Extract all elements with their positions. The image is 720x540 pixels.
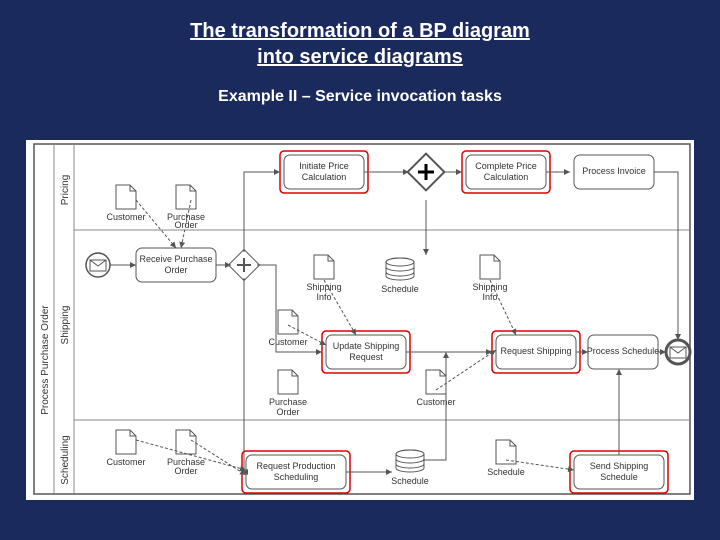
svg-text:Initiate Price: Initiate Price — [299, 161, 349, 171]
data-shipping-info-2: Shipping Info — [472, 255, 507, 302]
lane-shipping: Shipping — [60, 306, 71, 345]
task-send-ship-sched: Send Shipping Schedule — [570, 451, 668, 493]
lane-scheduling: Scheduling — [60, 435, 71, 484]
start-event — [86, 253, 110, 277]
svg-text:Receive Purchase: Receive Purchase — [139, 254, 212, 264]
data-schedule-doc: Schedule — [487, 440, 525, 477]
task-initiate-price: Initiate Price Calculation — [280, 151, 368, 193]
svg-text:Order: Order — [164, 265, 187, 275]
subtitle: Example II – Service invocation tasks — [0, 88, 720, 106]
svg-text:Request: Request — [349, 352, 383, 362]
task-receive-po: Receive Purchase Order — [136, 248, 216, 282]
svg-text:Shipping: Shipping — [472, 282, 507, 292]
lane-pricing: Pricing — [60, 175, 71, 206]
data-po-bot: Purchase Order — [167, 430, 205, 476]
svg-text:Send Shipping: Send Shipping — [590, 461, 649, 471]
diagram-canvas: Process Purchase Order Pricing Shipping … — [26, 140, 694, 500]
svg-text:Order: Order — [276, 407, 299, 417]
task-process-invoice: Process Invoice — [574, 155, 654, 189]
task-request-shipping: Request Shipping — [492, 331, 580, 373]
svg-text:Scheduling: Scheduling — [274, 472, 319, 482]
title-line2: into service diagrams — [257, 46, 463, 68]
title-line1: The transformation of a BP diagram — [190, 20, 530, 42]
svg-text:Customer: Customer — [106, 212, 145, 222]
data-po-mid: Purchase Order — [269, 370, 307, 417]
task-request-prod-sched: Request Production Scheduling — [242, 451, 350, 493]
svg-text:Process Schedule: Process Schedule — [587, 346, 660, 356]
task-complete-price: Complete Price Calculation — [462, 151, 550, 193]
svg-text:Schedule: Schedule — [487, 467, 525, 477]
svg-text:Customer: Customer — [106, 457, 145, 467]
data-po-top: Purchase Order — [167, 185, 205, 230]
svg-text:Customer: Customer — [416, 397, 455, 407]
svg-text:Order: Order — [174, 466, 197, 476]
gateway-split — [228, 249, 259, 280]
data-shipping-info-1: Shipping Info — [306, 255, 341, 302]
data-schedule-db-bot: Schedule — [391, 450, 429, 486]
svg-text:Shipping: Shipping — [306, 282, 341, 292]
task-process-schedule: Process Schedule — [587, 335, 660, 369]
svg-text:Customer: Customer — [268, 337, 307, 347]
svg-text:Complete Price: Complete Price — [475, 161, 537, 171]
pool-label: Process Purchase Order — [40, 305, 51, 415]
svg-text:Purchase: Purchase — [269, 397, 307, 407]
end-event — [666, 340, 690, 364]
svg-text:Calculation: Calculation — [302, 172, 347, 182]
svg-text:Request Production: Request Production — [256, 461, 335, 471]
svg-text:Schedule: Schedule — [391, 476, 429, 486]
data-customer-bot: Customer — [106, 430, 145, 467]
svg-text:Request Shipping: Request Shipping — [500, 346, 571, 356]
data-customer-top: Customer — [106, 185, 145, 222]
svg-text:Process Invoice: Process Invoice — [582, 166, 646, 176]
gateway-mid — [408, 154, 445, 191]
svg-text:Schedule: Schedule — [600, 472, 638, 482]
svg-text:Info: Info — [482, 292, 497, 302]
task-update-shipping: Update Shipping Request — [322, 331, 410, 373]
data-schedule-db: Schedule — [381, 258, 419, 294]
svg-text:Schedule: Schedule — [381, 284, 419, 294]
data-customer-right: Customer — [416, 370, 455, 407]
svg-text:Update Shipping: Update Shipping — [333, 341, 400, 351]
bpmn-diagram: Process Purchase Order Pricing Shipping … — [26, 140, 694, 500]
svg-text:Calculation: Calculation — [484, 172, 529, 182]
data-customer-mid: Customer — [268, 310, 307, 347]
svg-text:Info: Info — [316, 292, 331, 302]
